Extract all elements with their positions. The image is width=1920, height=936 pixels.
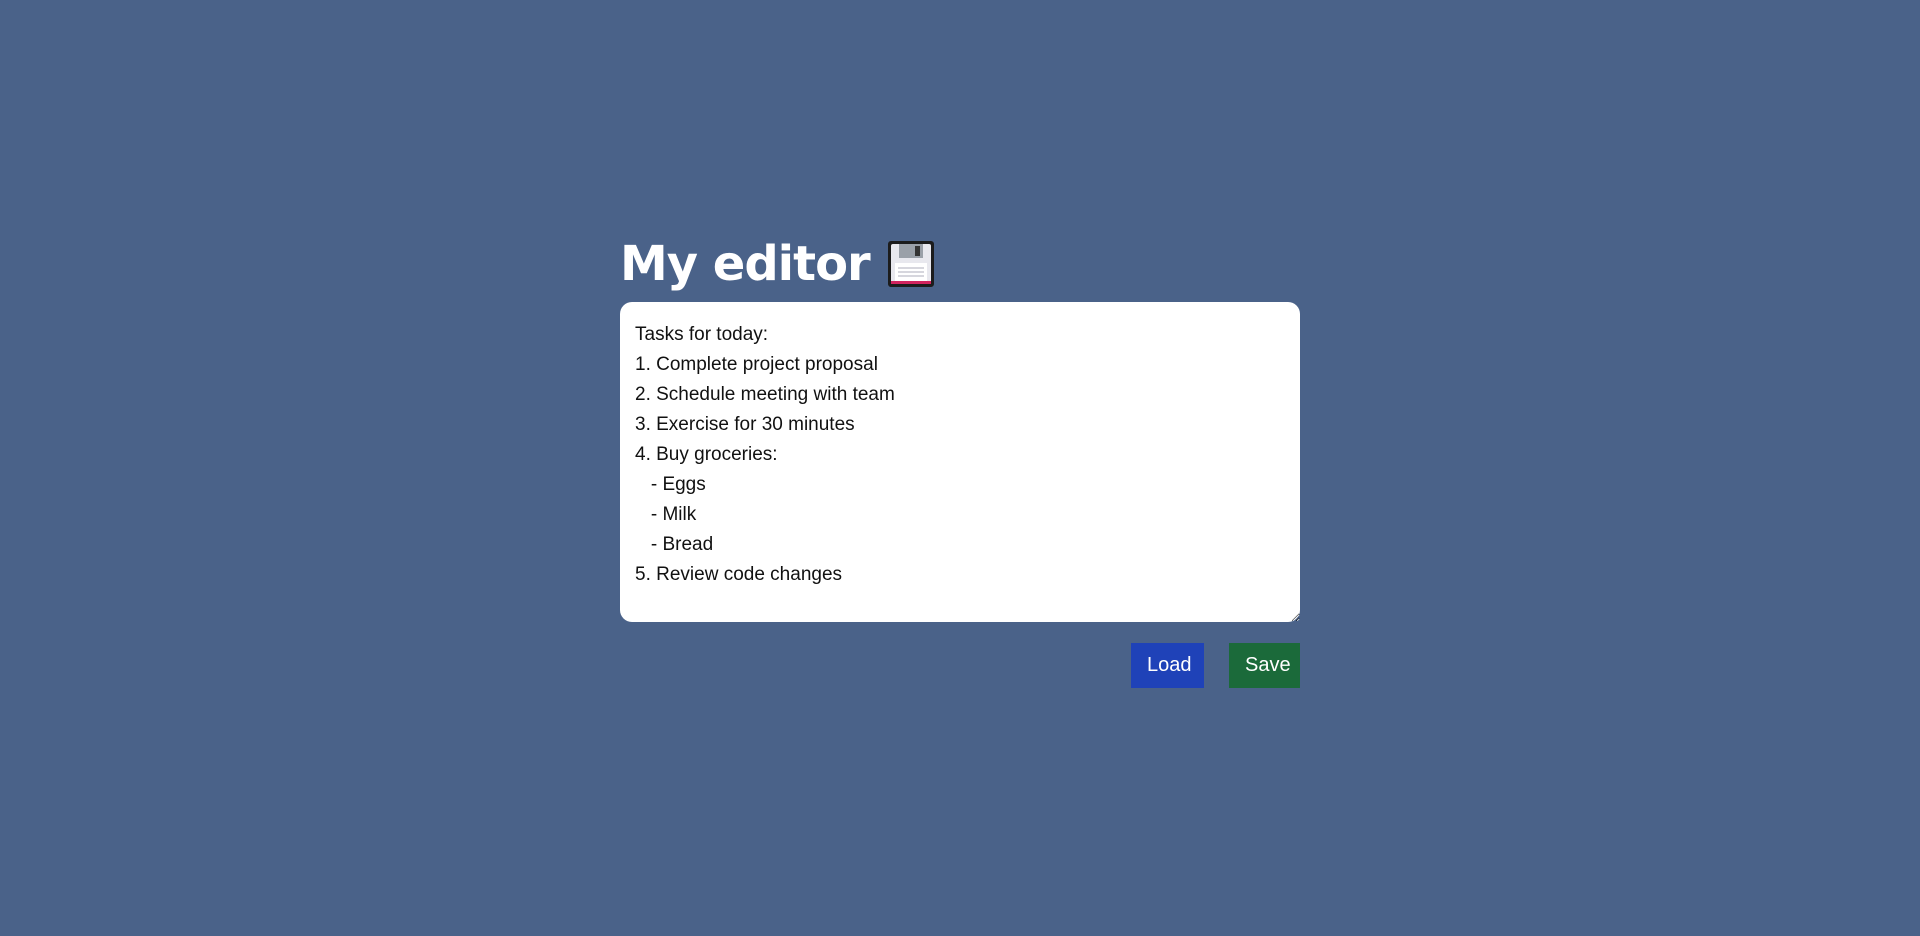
load-button[interactable]: Load <box>1131 643 1204 688</box>
action-bar: Load Save <box>620 643 1300 688</box>
page-title: My editor <box>620 236 871 292</box>
editor-textarea[interactable] <box>620 302 1300 622</box>
header: My editor <box>620 228 1300 300</box>
editor-container: My editor Load Save <box>620 228 1300 688</box>
save-button[interactable]: Save <box>1229 643 1300 688</box>
floppy-disk-icon <box>886 239 936 289</box>
